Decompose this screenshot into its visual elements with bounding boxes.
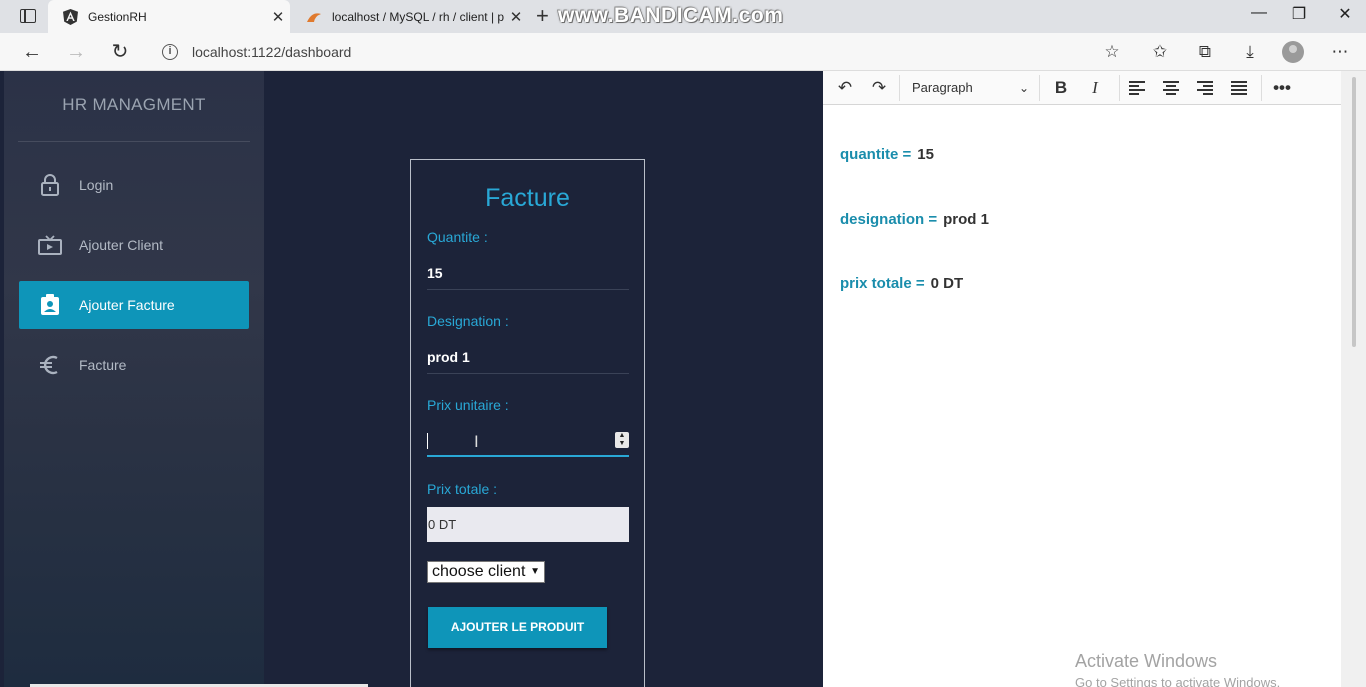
- new-tab-icon[interactable]: +: [536, 3, 549, 29]
- recording-watermark: www.BANDICAM.com: [558, 4, 784, 27]
- angular-icon: [62, 8, 78, 25]
- toolbar-divider: [1261, 75, 1262, 101]
- tab-phpmyadmin[interactable]: localhost / MySQL / rh / client | p ✕: [292, 0, 528, 33]
- address-bar: ← → ↻ i localhost:1122/dashboard ☆ ✩ ⧉ ⤓…: [0, 33, 1366, 71]
- back-icon[interactable]: ←: [18, 39, 46, 65]
- phpmyadmin-icon: [306, 9, 322, 25]
- number-spinner-icon[interactable]: ▲ ▼: [615, 432, 629, 448]
- italic-icon[interactable]: I: [1083, 71, 1107, 105]
- favorites-icon[interactable]: ✩: [1147, 40, 1173, 64]
- undo-icon[interactable]: ↶: [833, 71, 857, 105]
- prix-unitaire-label: Prix unitaire :: [427, 397, 509, 413]
- collections-icon[interactable]: ⧉: [1192, 40, 1218, 64]
- tab-actions-icon[interactable]: [20, 9, 36, 23]
- close-icon[interactable]: ✕: [266, 8, 290, 26]
- align-left-icon[interactable]: [1129, 81, 1145, 95]
- chevron-down-icon: ⌄: [1018, 81, 1029, 95]
- prix-unitaire-input[interactable]: I ▲ ▼: [427, 423, 629, 457]
- form-title: Facture: [485, 184, 570, 212]
- restore-icon[interactable]: ❐: [1276, 4, 1322, 24]
- tab-title: localhost / MySQL / rh / client | p: [332, 9, 504, 24]
- sidebar: HR MANAGMENT Login Ajouter Client Ajoute…: [4, 71, 264, 687]
- align-center-icon[interactable]: [1163, 81, 1179, 95]
- chevron-down-icon: ▼: [530, 566, 540, 577]
- client-select[interactable]: choose client ▼: [427, 561, 545, 583]
- text-caret: [427, 433, 428, 449]
- tv-icon: [37, 235, 63, 255]
- bold-icon[interactable]: B: [1049, 71, 1073, 105]
- quantite-label: Quantite :: [427, 229, 488, 245]
- sidebar-brand: HR MANAGMENT: [62, 95, 206, 114]
- downloads-icon[interactable]: ⤓: [1237, 40, 1263, 64]
- toolbar-divider: [1119, 75, 1120, 101]
- ajouter-produit-button[interactable]: AJOUTER LE PRODUIT: [428, 607, 607, 648]
- sidebar-item-label: Login: [79, 177, 114, 193]
- refresh-icon[interactable]: ↻: [106, 39, 134, 65]
- close-icon[interactable]: ✕: [504, 8, 528, 26]
- editor-line-value: 0 DT: [930, 275, 964, 292]
- tab-gestionrh[interactable]: GestionRH ✕: [48, 0, 290, 33]
- facture-form-card: Facture Quantite : 15 Designation : prod…: [410, 159, 645, 687]
- editor-line-prix-totale[interactable]: prix totale = 0 DT: [840, 275, 963, 292]
- sidebar-divider: [18, 141, 250, 142]
- url-text: localhost:1122/dashboard: [192, 44, 352, 60]
- add-favorite-icon[interactable]: ☆: [1099, 40, 1125, 64]
- editor-line-value: prod 1: [943, 211, 989, 228]
- sidebar-item-label: Facture: [79, 357, 127, 373]
- euro-icon: [37, 354, 63, 376]
- lock-icon: [37, 174, 63, 196]
- editor-line-designation[interactable]: designation = prod 1: [840, 211, 989, 228]
- ibeam-cursor-icon: I: [474, 432, 479, 451]
- editor-line-value: 15: [917, 146, 934, 163]
- page-scrollbar[interactable]: [1341, 71, 1366, 687]
- editor-toolbar: ↶ ↷ Paragraph ⌄ B I •••: [823, 71, 1341, 105]
- url-field[interactable]: i localhost:1122/dashboard: [150, 37, 1150, 67]
- sidebar-item-ajouter-facture[interactable]: Ajouter Facture: [19, 281, 249, 329]
- tab-title: GestionRH: [88, 9, 147, 24]
- activate-windows-subtitle: Go to Settings to activate Windows.: [1075, 675, 1281, 687]
- sidebar-item-facture[interactable]: Facture: [19, 341, 249, 389]
- paragraph-format-value: Paragraph: [912, 80, 973, 95]
- redo-icon[interactable]: ↷: [867, 71, 891, 105]
- quantite-input[interactable]: 15: [427, 256, 629, 290]
- designation-input[interactable]: prod 1: [427, 340, 629, 374]
- toolbar-divider: [899, 75, 900, 101]
- more-icon[interactable]: ⋯: [1327, 40, 1353, 64]
- prix-totale-field[interactable]: 0 DT: [427, 507, 629, 542]
- sidebar-item-label: Ajouter Facture: [79, 297, 175, 313]
- forward-icon[interactable]: →: [62, 39, 90, 65]
- editor-line-key: designation =: [840, 211, 938, 228]
- activate-windows-title: Activate Windows: [1075, 651, 1218, 671]
- align-right-icon[interactable]: [1197, 81, 1213, 95]
- clipboard-user-icon: [37, 294, 63, 316]
- info-icon[interactable]: i: [162, 44, 178, 60]
- paragraph-format-dropdown[interactable]: Paragraph ⌄: [903, 71, 1037, 105]
- more-options-icon[interactable]: •••: [1269, 71, 1295, 105]
- sidebar-item-login[interactable]: Login: [19, 161, 249, 209]
- prix-totale-label: Prix totale :: [427, 481, 498, 497]
- profile-avatar[interactable]: [1282, 41, 1304, 63]
- browser-tab-strip: GestionRH ✕ localhost / MySQL / rh / cli…: [0, 0, 1366, 33]
- scrollbar-thumb[interactable]: [1352, 77, 1356, 347]
- editor-line-key: prix totale =: [840, 275, 925, 292]
- toolbar-divider: [1039, 75, 1040, 101]
- editor-line-key: quantite =: [840, 146, 912, 163]
- sidebar-item-ajouter-client[interactable]: Ajouter Client: [19, 221, 249, 269]
- sidebar-item-label: Ajouter Client: [79, 237, 164, 253]
- editor-line-quantite[interactable]: quantite = 15: [840, 146, 934, 163]
- window-close-icon[interactable]: ✕: [1322, 4, 1366, 24]
- align-justify-icon[interactable]: [1231, 81, 1247, 95]
- designation-label: Designation :: [427, 313, 509, 329]
- rich-text-editor: ↶ ↷ Paragraph ⌄ B I ••• quantite = 15 des…: [823, 71, 1341, 687]
- client-select-value: choose client: [432, 563, 526, 580]
